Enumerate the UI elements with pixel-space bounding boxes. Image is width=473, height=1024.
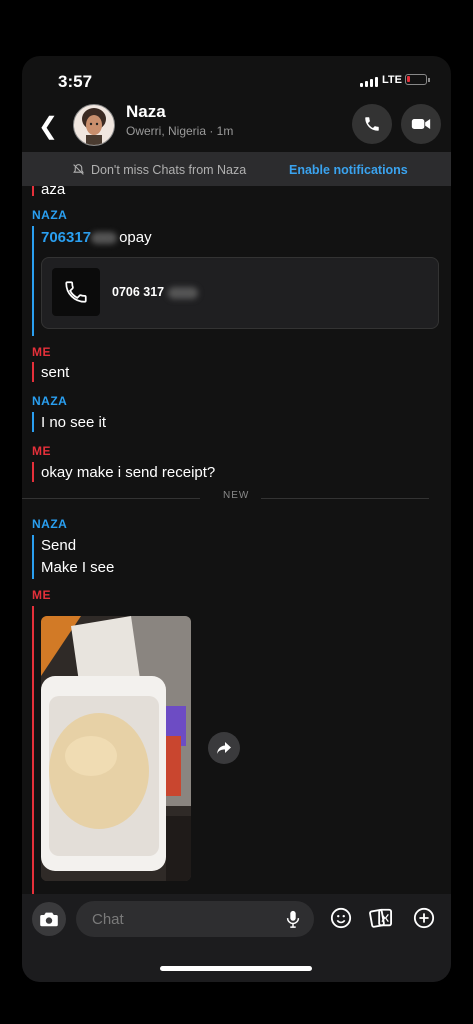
phone-number-suffix: opay <box>119 229 152 246</box>
message-text: I no see it <box>41 414 107 431</box>
message-text: okay make i send receipt? <box>41 464 216 481</box>
message-bar <box>32 535 34 579</box>
enable-notifications-link[interactable]: Enable notifications <box>289 163 408 177</box>
new-messages-divider: NEW <box>223 490 250 501</box>
video-call-button[interactable] <box>401 104 441 144</box>
add-button[interactable] <box>411 905 437 931</box>
divider-line <box>261 498 429 499</box>
notification-banner: Don't miss Chats from Naza Enable notifi… <box>22 152 451 186</box>
contact-card-number: 0706 317 <box>112 285 199 299</box>
message-bar <box>32 462 34 482</box>
contact-name: Naza <box>126 102 166 121</box>
message-bar <box>32 606 34 894</box>
photo-attachment[interactable] <box>41 616 191 881</box>
phone-number-link[interactable]: 706317 <box>41 229 91 246</box>
chat-header: ❮ Naza Owerri, Nigeria · 1m <box>22 102 451 152</box>
share-arrow-icon <box>217 742 231 754</box>
phone-number-message[interactable]: 706317 opay <box>41 229 152 246</box>
status-time: 3:57 <box>58 72 93 91</box>
message-bar <box>32 362 34 382</box>
emoji-button[interactable] <box>328 905 354 931</box>
banner-text: Don't miss Chats from Naza <box>91 163 247 177</box>
bell-off-icon <box>73 164 84 175</box>
video-camera-icon <box>411 119 431 129</box>
chat-input-placeholder: Chat <box>92 911 124 928</box>
smiley-icon <box>330 907 352 929</box>
message-text: aza <box>41 186 66 198</box>
sender-label-me: ME <box>32 345 51 359</box>
camera-icon <box>40 912 58 927</box>
message-text: Make I see <box>41 559 115 576</box>
sender-label-naza: NAZA <box>32 394 68 408</box>
message-text: sent <box>41 364 70 381</box>
message-bar <box>32 186 34 196</box>
home-indicator[interactable] <box>160 966 312 971</box>
battery-icon <box>405 74 430 85</box>
message-bar <box>32 226 34 336</box>
contact-subtitle: Owerri, Nigeria · 1m <box>126 124 234 138</box>
composer-bar: Chat <box>22 894 451 982</box>
message-bar <box>32 412 34 432</box>
phone-icon <box>365 117 379 131</box>
back-chevron-icon[interactable]: ❮ <box>38 112 58 141</box>
microphone-icon[interactable] <box>286 910 300 928</box>
cards-icon <box>369 908 392 928</box>
call-button[interactable] <box>352 104 392 144</box>
phone-screen: 3:57 LTE ❮ Naza Owerri, Nigeria · 1m Don… <box>22 56 451 982</box>
status-bar: 3:57 LTE <box>22 56 451 102</box>
divider-line <box>22 498 200 499</box>
message-text: Send <box>41 537 77 554</box>
message-list[interactable]: aza NAZA 706317 opay 0706 317 ME sent NAZ… <box>22 186 451 894</box>
stickers-button[interactable] <box>368 905 394 931</box>
camera-button[interactable] <box>32 902 66 936</box>
chat-input[interactable]: Chat <box>76 901 314 937</box>
phone-icon <box>52 268 100 316</box>
sender-label-naza: NAZA <box>32 517 68 531</box>
share-button[interactable] <box>208 732 240 764</box>
sender-label-me: ME <box>32 444 51 458</box>
food-photo <box>41 616 191 881</box>
avatar[interactable] <box>73 104 115 146</box>
sender-label-me: ME <box>32 588 51 602</box>
contact-card[interactable]: 0706 317 <box>41 257 439 329</box>
network-label: LTE <box>382 74 402 86</box>
plus-circle-icon <box>413 907 435 929</box>
sender-label-naza: NAZA <box>32 208 68 222</box>
